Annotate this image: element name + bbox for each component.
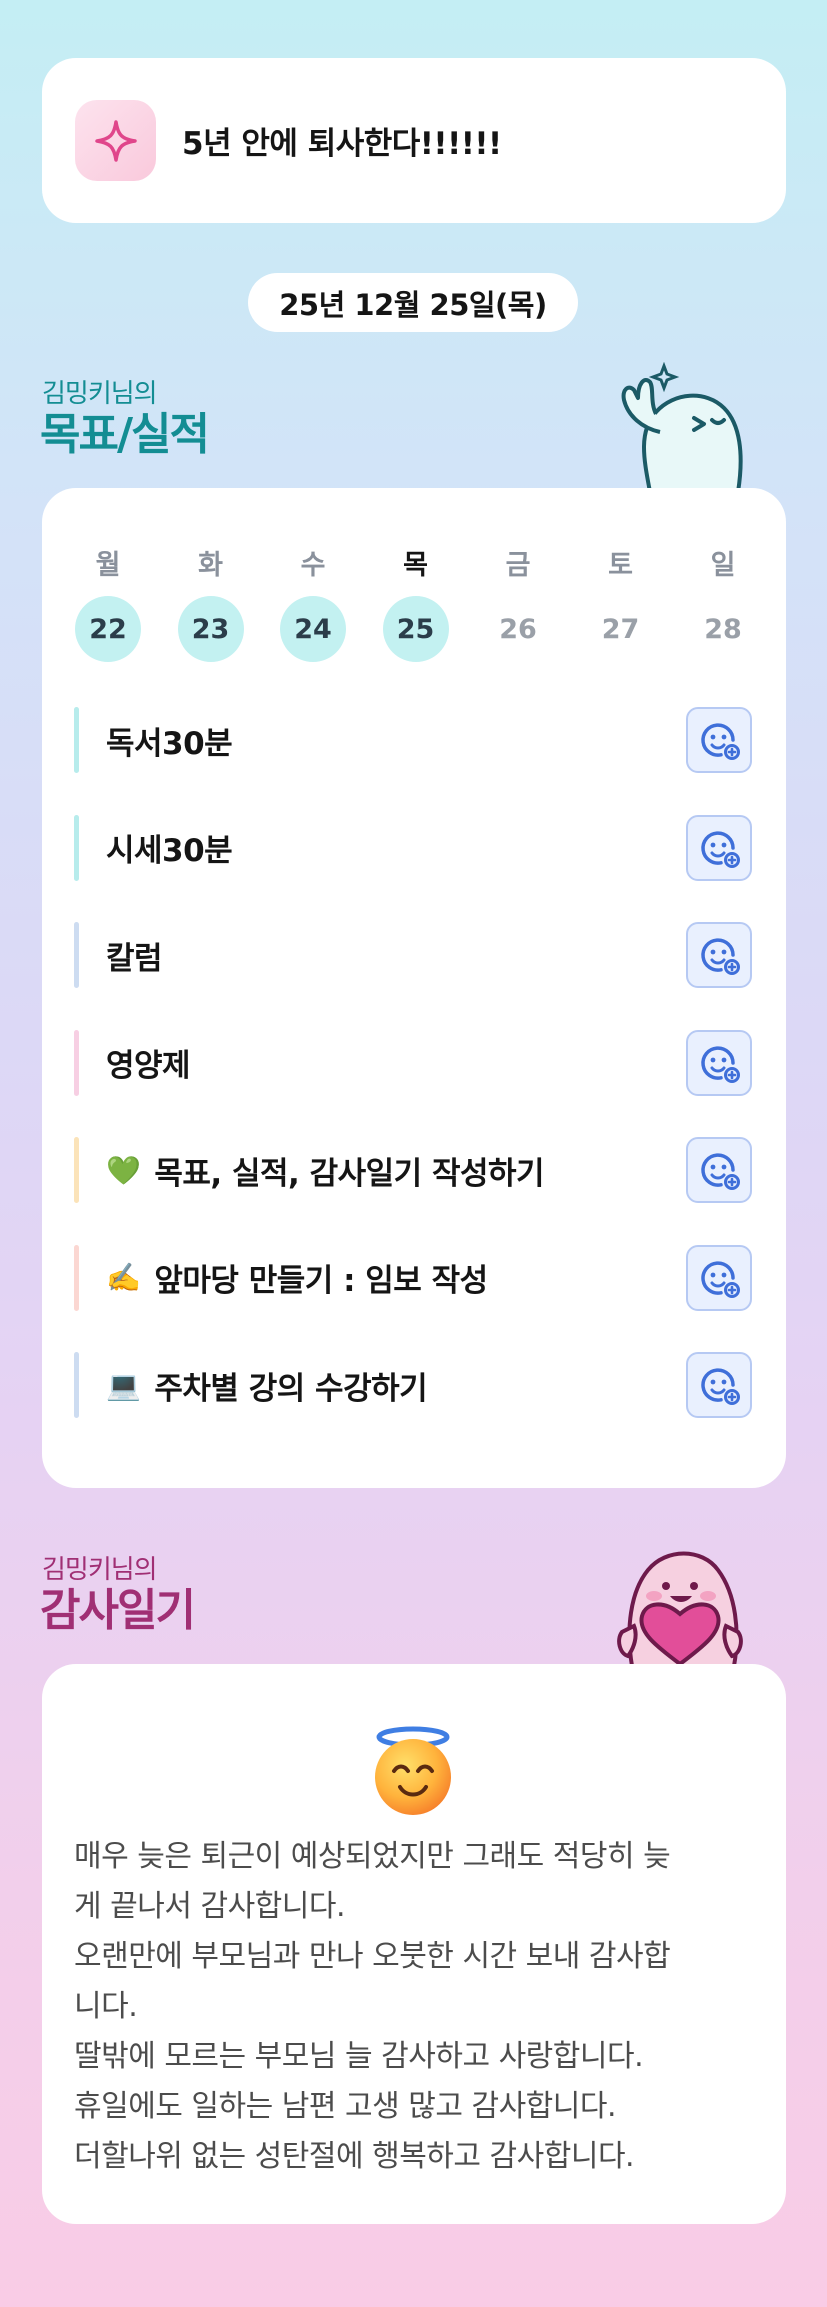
task-label: 시세30분 [106,815,233,881]
task-color-bar [74,1137,79,1203]
thanks-text: 매우 늦은 퇴근이 예상되었지만 그래도 적당히 늦게 끝나서 감사합니다. 오랜… [74,1832,754,2182]
add-reaction-button[interactable] [686,1029,752,1096]
task-text: 목표, 실적, 감사일기 작성하기 [154,1155,545,1192]
add-emoji-icon [701,938,740,975]
add-emoji-icon [701,1260,740,1298]
add-emoji-icon [701,1045,740,1083]
add-reaction-button[interactable] [686,1137,752,1203]
add-reaction-button[interactable] [686,1244,752,1311]
day-date[interactable]: 26 [485,596,551,662]
add-emoji-icon [701,830,740,868]
thanks-title: 감사일기 [40,1585,196,1636]
task-label: 독서30분 [106,707,233,773]
task-emoji: 💚 [106,1153,141,1187]
thanks-line: 오랜만에 부모님과 만나 오붓한 시간 보내 감사합 [74,1939,671,1974]
date-label: 25년 12월 25일(목) [248,273,578,332]
smiling-face-with-halo-icon [375,1726,451,1815]
task-row[interactable]: 시세30분 [74,814,754,901]
task-label: 칼럼 [106,922,163,988]
day-name: 화 [198,550,223,581]
day-name: 목 [403,550,428,581]
thanks-line: 게 끝나서 감사합니다. [74,1889,346,1924]
day-date[interactable]: 23 [177,596,244,662]
task-color-bar [74,814,79,881]
day-name: 토 [608,550,633,581]
task-row[interactable]: 영양제 [74,1029,754,1116]
add-emoji-icon [701,1368,740,1405]
goal-card[interactable]: 5년 안에 퇴사한다!!!!!! [42,58,786,223]
task-color-bar [74,1352,79,1418]
thanks-line: 딸밖에 모르는 부모님 늘 감사하고 사랑합니다. [74,2039,644,2074]
task-text: 앞마당 만들기 : 임보 작성 [154,1263,488,1299]
add-reaction-button[interactable] [686,814,752,881]
day-date[interactable]: 25 [382,596,449,662]
task-text: 칼럼 [106,940,163,977]
add-emoji-icon [701,723,740,760]
task-color-bar [74,707,79,773]
thanks-line: 휴일에도 일하는 남편 고생 많고 감사합니다. [74,2089,617,2124]
task-color-bar [74,1244,79,1311]
thanks-line: 매우 늦은 퇴근이 예상되었지만 그래도 적당히 늦 [74,1839,671,1874]
add-reaction-button[interactable] [686,922,752,988]
task-color-bar [74,1029,79,1096]
day-name: 일 [710,550,736,581]
day-date[interactable]: 27 [588,596,654,662]
task-emoji: 💻 [106,1368,141,1402]
add-emoji-icon [701,1153,740,1190]
ghost-mascot-icon [621,362,743,492]
task-text: 독서30분 [106,725,233,762]
thanks-line: 니다. [74,1989,138,2024]
sparkle-icon [75,100,156,181]
task-row[interactable]: 💚 목표, 실적, 감사일기 작성하기 [74,1137,754,1223]
day-date[interactable]: 22 [75,596,141,662]
task-row[interactable]: 💻 주차별 강의 수강하기 [74,1352,754,1438]
performance-title: 목표/실적 [40,409,210,460]
task-label: ✍️ 앞마당 만들기 : 임보 작성 [106,1245,488,1311]
day-name: 월 [95,550,121,581]
task-row[interactable]: 독서30분 [74,707,754,793]
add-reaction-button[interactable] [686,707,752,773]
day-name: 수 [300,550,326,581]
task-label: 영양제 [106,1030,191,1096]
task-row[interactable]: 칼럼 [74,922,754,1008]
day-date[interactable]: 24 [280,596,346,662]
day-date[interactable]: 28 [690,596,756,662]
task-label: 💻 주차별 강의 수강하기 [106,1352,428,1418]
task-text: 주차별 강의 수강하기 [154,1370,428,1407]
task-label: 💚 목표, 실적, 감사일기 작성하기 [106,1137,545,1203]
day-name: 금 [505,550,531,581]
heart-mascot-icon [617,1551,743,1666]
task-text: 시세30분 [106,833,233,869]
task-emoji: ✍️ [106,1261,141,1294]
task-color-bar [74,922,79,988]
goal-text: 5년 안에 퇴사한다!!!!!! [182,126,502,162]
task-text: 영양제 [106,1048,191,1084]
task-row[interactable]: ✍️ 앞마당 만들기 : 임보 작성 [74,1244,754,1331]
add-reaction-button[interactable] [686,1352,752,1418]
thanks-line: 더할나위 없는 성탄절에 행복하고 감사합니다. [74,2139,635,2174]
